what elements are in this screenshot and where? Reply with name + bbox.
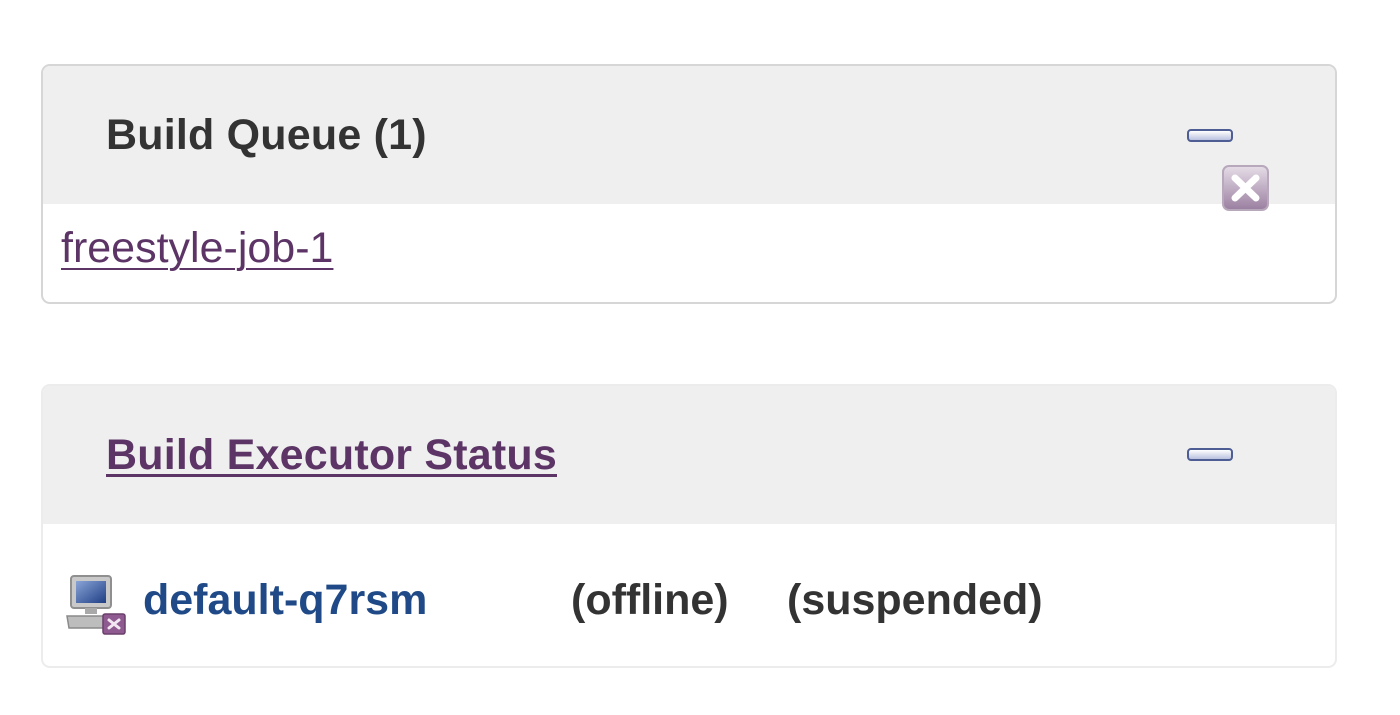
cancel-icon[interactable] <box>1221 164 1270 212</box>
executor-node-row: default-q7rsm (offline) (suspended) <box>43 524 1335 666</box>
collapse-icon[interactable] <box>1187 448 1233 461</box>
collapse-icon[interactable] <box>1187 129 1233 142</box>
executor-status-header: Build Executor Status <box>43 386 1335 524</box>
queue-item-link[interactable]: freestyle-job-1 <box>61 224 333 273</box>
queue-item: freestyle-job-1 <box>43 204 1335 302</box>
computer-offline-icon <box>66 575 126 635</box>
build-queue-title: Build Queue (1) <box>106 111 427 159</box>
executor-status-pane: Build Executor Status default-q7rsm (off… <box>41 384 1337 668</box>
node-status-suspended: (suspended) <box>787 576 1043 624</box>
node-status-offline: (offline) <box>571 576 729 624</box>
executor-status-title-link[interactable]: Build Executor Status <box>106 386 557 524</box>
node-link[interactable]: default-q7rsm <box>143 576 427 625</box>
build-queue-pane: Build Queue (1) freestyle-job-1 <box>41 64 1337 304</box>
build-queue-header: Build Queue (1) <box>43 66 1335 204</box>
